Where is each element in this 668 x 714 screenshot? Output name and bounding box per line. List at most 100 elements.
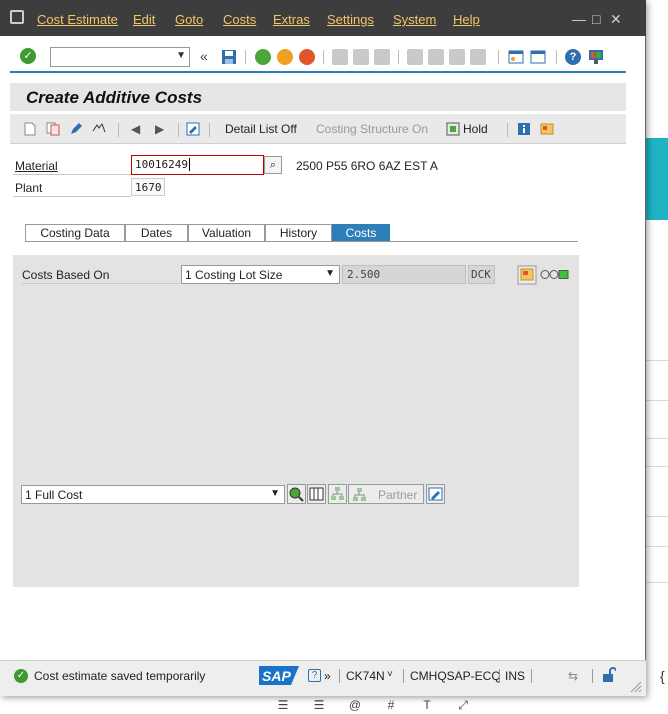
resize-grip-icon[interactable] <box>628 679 642 693</box>
tab-underline <box>25 241 578 242</box>
costs-panel <box>13 255 579 587</box>
menu-icon[interactable] <box>10 10 24 24</box>
next-page-icon[interactable] <box>449 49 465 65</box>
status-separator <box>531 669 532 683</box>
back-icon[interactable] <box>255 49 271 65</box>
info-icon[interactable] <box>517 122 531 136</box>
material-input[interactable]: 10016249 <box>131 155 264 175</box>
status-message[interactable]: Cost estimate saved temporarily <box>34 669 205 683</box>
first-page-icon[interactable] <box>407 49 423 65</box>
command-field[interactable]: ▼ <box>50 47 190 67</box>
costing-structure-on-button[interactable]: Costing Structure On <box>316 122 428 136</box>
tab-dates[interactable]: Dates <box>125 224 188 242</box>
find-icon[interactable] <box>353 49 369 65</box>
detail-list-off-button[interactable]: Detail List Off <box>225 122 297 136</box>
expand-status-icon[interactable]: » <box>324 669 331 683</box>
screen-title-bar: Create Additive Costs <box>10 83 626 111</box>
status-light-green-icon <box>540 270 569 279</box>
toolbar-separator <box>209 123 210 137</box>
toolbar-separator <box>507 123 508 137</box>
unit-field: DCK <box>468 265 495 284</box>
tab-valuation[interactable]: Valuation <box>188 224 265 242</box>
status-separator <box>499 669 500 683</box>
exit-icon[interactable] <box>277 49 293 65</box>
edit-table-icon[interactable] <box>426 484 445 504</box>
edit-pencil-icon[interactable] <box>69 122 83 136</box>
transfer-icon[interactable]: ⇆ <box>568 669 578 683</box>
clear-format-icon: T <box>423 698 431 712</box>
collapse-icon[interactable]: « <box>200 48 208 64</box>
menu-system[interactable]: System <box>393 12 436 27</box>
menu-settings[interactable]: Settings <box>327 12 374 27</box>
help-icon[interactable]: ? <box>565 49 581 65</box>
background-divider <box>646 438 668 439</box>
background-divider <box>646 400 668 401</box>
zoom-cost-icon[interactable] <box>287 484 306 504</box>
indent-icon: ☰ <box>313 698 325 712</box>
minimize-icon[interactable]: — <box>572 11 586 27</box>
customize-layout-icon[interactable] <box>587 48 605 66</box>
partner-label: Partner <box>378 488 418 502</box>
outdent-icon: ☰ <box>277 698 289 712</box>
last-page-icon[interactable] <box>470 49 486 65</box>
expand-icon: ⤢ <box>458 697 468 712</box>
hold-button[interactable]: Hold <box>463 122 488 136</box>
maximize-icon[interactable]: □ <box>592 11 600 27</box>
display-change-icon[interactable] <box>92 122 106 136</box>
find-next-icon[interactable] <box>374 49 390 65</box>
insert-mode[interactable]: INS <box>505 669 525 683</box>
background-divider <box>646 582 668 583</box>
toolbar-separator <box>178 123 179 137</box>
cost-element-icon[interactable] <box>540 122 554 136</box>
chevron-down-icon[interactable]: ▼ <box>325 268 335 279</box>
search-help-icon[interactable]: ⌕ <box>264 156 282 174</box>
tab-history[interactable]: History <box>265 224 332 242</box>
menu-help[interactable]: Help <box>453 12 480 27</box>
plant-value: 1670 <box>135 181 162 194</box>
unit-value: DCK <box>471 268 491 281</box>
background-divider <box>646 546 668 547</box>
enter-icon[interactable]: ✓ <box>20 48 36 64</box>
application-toolbar: ◀ ▶ Detail List Off Costing Structure On… <box>10 114 626 144</box>
close-icon[interactable]: ✕ <box>610 11 622 28</box>
menu-costs[interactable]: Costs <box>223 12 256 27</box>
lot-size-value: 2.500 <box>347 268 381 281</box>
unlock-icon[interactable] <box>600 667 616 683</box>
hash-icon: # <box>387 698 395 712</box>
material-description: 2500 P55 6RO 6AZ EST A <box>296 159 438 173</box>
next-icon[interactable]: ▶ <box>155 122 164 136</box>
chevron-down-icon[interactable]: ▼ <box>270 488 280 499</box>
hold-icon[interactable] <box>446 122 460 136</box>
tab-costing-data[interactable]: Costing Data <box>25 224 125 242</box>
text-cursor <box>188 158 190 171</box>
create-icon[interactable] <box>23 122 37 136</box>
status-separator <box>592 669 593 683</box>
menu-edit[interactable]: Edit <box>133 12 155 27</box>
cost-view-select[interactable]: 1 Full Cost ▼ <box>21 485 285 504</box>
hierarchy-icon[interactable] <box>328 484 347 504</box>
cost-component-icon[interactable] <box>517 265 537 285</box>
menu-goto[interactable]: Goto <box>175 12 203 27</box>
tab-costs[interactable]: Costs <box>332 224 390 242</box>
previous-icon[interactable]: ◀ <box>131 122 140 136</box>
copy-icon[interactable] <box>46 122 60 136</box>
success-icon: ✓ <box>14 669 28 683</box>
status-separator <box>403 669 404 683</box>
edit-list-icon[interactable] <box>186 122 200 136</box>
menu-cost-estimate[interactable]: Cost Estimate <box>37 12 118 27</box>
shortcut-icon[interactable] <box>529 48 547 66</box>
system-info-icon[interactable]: ? <box>308 669 321 682</box>
previous-page-icon[interactable] <box>428 49 444 65</box>
transaction-code: CK74N <box>346 669 385 683</box>
menu-extras[interactable]: Extras <box>273 12 310 27</box>
plant-field[interactable]: 1670 <box>131 178 165 196</box>
costs-based-on-select[interactable]: 1 Costing Lot Size ▼ <box>181 265 340 284</box>
print-icon[interactable] <box>332 49 348 65</box>
new-session-icon[interactable] <box>507 48 525 66</box>
save-icon[interactable] <box>220 48 238 66</box>
chevron-down-icon[interactable]: ▼ <box>176 50 186 61</box>
partner-button[interactable]: Partner <box>348 484 424 504</box>
columns-icon[interactable] <box>307 484 326 504</box>
cancel-icon[interactable] <box>299 49 315 65</box>
chevron-down-icon[interactable]: ˅ <box>387 669 393 680</box>
